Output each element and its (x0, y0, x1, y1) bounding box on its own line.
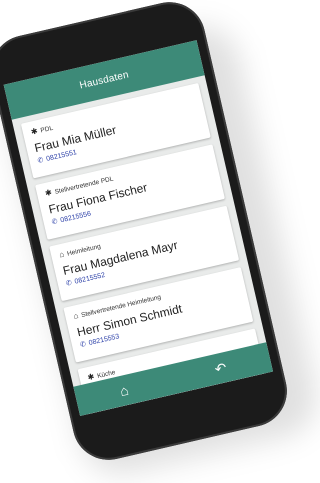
home-icon[interactable]: ⌂ (118, 382, 130, 399)
asterisk-icon: ✱ (30, 126, 39, 137)
home-icon: ⌂ (58, 249, 66, 260)
phone-mockup: Hausdaten ✱ PDL Frau Mia Müller ✆ 082155… (0, 0, 295, 467)
home-icon: ⌂ (72, 310, 80, 321)
page-title: Hausdaten (78, 68, 130, 91)
asterisk-icon: ✱ (44, 187, 53, 199)
phone-icon: ✆ (65, 279, 73, 288)
phone-icon: ✆ (79, 340, 87, 350)
phone-icon: ✆ (36, 156, 45, 165)
undo-icon[interactable]: ↶ (213, 359, 228, 378)
phone-icon: ✆ (51, 218, 59, 227)
